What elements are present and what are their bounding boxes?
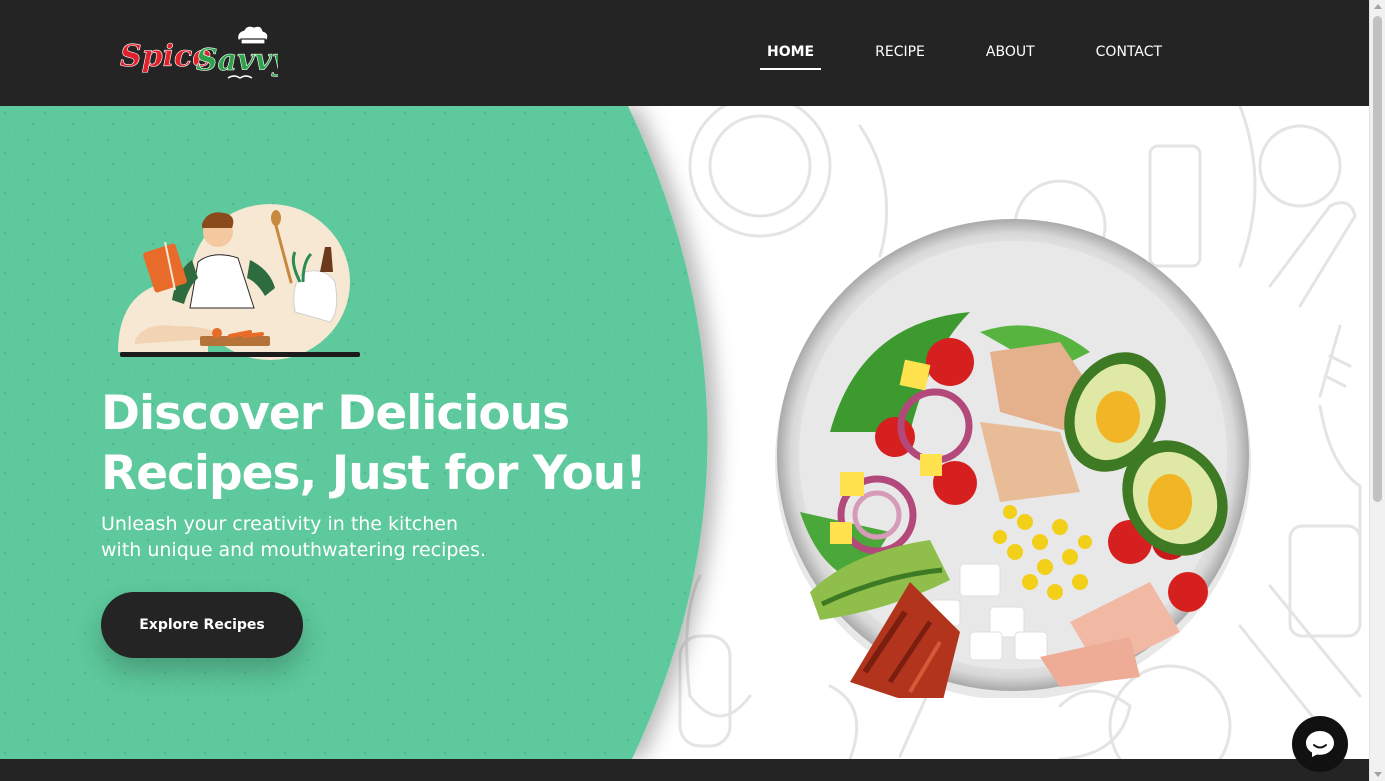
- scrollbar-thumb[interactable]: [1373, 16, 1382, 502]
- hero-subtext-line1: Unleash your creativity in the kitchen: [101, 513, 458, 535]
- scroll-up-arrow-icon[interactable]: [1374, 4, 1382, 9]
- nav-contact-link[interactable]: CONTACT: [1089, 40, 1169, 70]
- hero-subtext: Unleash your creativity in the kitchen w…: [101, 511, 661, 563]
- hero-headline-line1: Discover Delicious: [101, 386, 570, 441]
- hero-headline: Discover Delicious Recipes, Just for You…: [101, 384, 701, 504]
- hero-subtext-line2: with unique and mouthwatering recipes.: [101, 539, 487, 561]
- salad-bowl-image: [775, 219, 1251, 698]
- scroll-down-arrow-icon[interactable]: [1374, 772, 1382, 777]
- hero-headline-line2: Recipes, Just for You!: [101, 446, 647, 501]
- nav-recipe-link[interactable]: RECIPE: [868, 40, 932, 70]
- site-header: Spice Savvy HOME RECIPE ABOUT CONTACT: [0, 0, 1369, 106]
- brand-name-savvy: Savvy: [196, 43, 278, 78]
- main-nav: HOME RECIPE ABOUT CONTACT: [760, 40, 1216, 70]
- explore-recipes-button[interactable]: Explore Recipes: [101, 592, 303, 658]
- nav-home-link[interactable]: HOME: [760, 40, 822, 70]
- nav-about-link[interactable]: ABOUT: [979, 40, 1042, 70]
- hero-section: Discover Delicious Recipes, Just for You…: [0, 106, 1369, 759]
- chat-widget-button[interactable]: [1292, 716, 1348, 772]
- page-scrollbar[interactable]: [1369, 0, 1385, 781]
- footer-strip: [0, 759, 1369, 781]
- chat-bubble-icon: [1306, 731, 1334, 757]
- brand-logo[interactable]: Spice Savvy: [118, 24, 278, 84]
- chef-hat-icon: [237, 25, 269, 45]
- chef-illustration: [118, 204, 360, 360]
